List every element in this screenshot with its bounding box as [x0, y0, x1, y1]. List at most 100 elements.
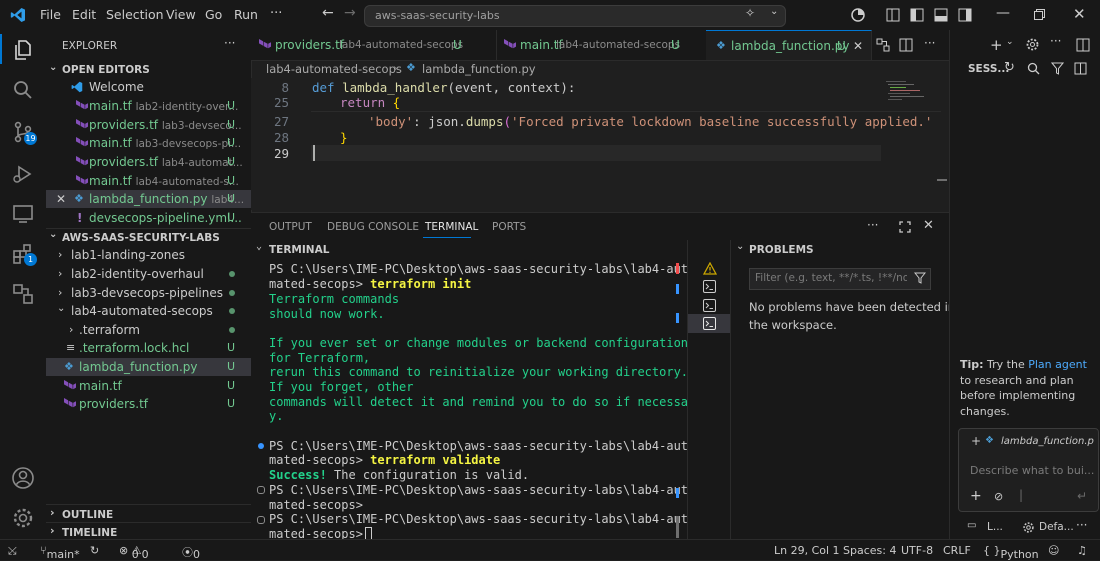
- branch-indicator[interactable]: ⑂ main*: [40, 544, 80, 561]
- sync-icon[interactable]: ↻: [90, 544, 99, 557]
- model-picker[interactable]: Defa...: [1039, 521, 1074, 533]
- new-chat-plus-icon[interactable]: +: [990, 36, 1003, 54]
- more-menu-icon[interactable]: ···: [270, 6, 282, 21]
- breadcrumb-file[interactable]: lambda_function.py: [422, 62, 536, 76]
- layout-customize-icon[interactable]: [886, 8, 900, 22]
- chevron-down-icon[interactable]: ⌄: [1006, 37, 1014, 47]
- menu-selection[interactable]: Selection: [106, 7, 164, 22]
- back-arrow-icon[interactable]: ←: [322, 5, 334, 21]
- tools-icon[interactable]: ⊘: [994, 490, 1003, 503]
- explorer-icon[interactable]: [11, 38, 35, 62]
- open-editor-item-active[interactable]: ✕ ❖ lambda_function.py lab4... U: [46, 190, 251, 208]
- tab-output[interactable]: OUTPUT: [269, 221, 312, 233]
- tab-main-tf[interactable]: main.tf lab4-automated-secops U: [496, 30, 707, 60]
- tab-lambda-function-py[interactable]: ❖ lambda_function.py U ✕: [706, 30, 872, 60]
- language-mode[interactable]: { } Python: [983, 544, 1039, 561]
- terminal-icon[interactable]: [703, 317, 716, 330]
- tab-debug-console[interactable]: DEBUG CONSOLE: [327, 221, 419, 233]
- open-editor-item[interactable]: providers.tf lab4-automat... U: [46, 153, 251, 171]
- restore-icon[interactable]: [1034, 9, 1045, 20]
- compare-changes-icon[interactable]: [876, 38, 890, 52]
- menu-file[interactable]: File: [40, 7, 61, 22]
- scrollbar-thumb[interactable]: [937, 179, 947, 181]
- editor-more-icon[interactable]: ···: [924, 36, 935, 50]
- send-icon[interactable]: ↵: [1077, 489, 1087, 503]
- tree-file[interactable]: providers.tf U: [46, 395, 251, 413]
- terminal-icon[interactable]: [703, 299, 716, 312]
- project-folder-header[interactable]: ⌄ AWS-SAAS-SECURITY-LABS: [46, 228, 251, 247]
- chat-input-box[interactable]: + ❖ lambda_function.p Describe what to b…: [958, 428, 1099, 512]
- maximize-chat-icon[interactable]: [1076, 38, 1090, 52]
- chevron-down-icon[interactable]: ⌄: [736, 241, 744, 252]
- menu-edit[interactable]: Edit: [72, 7, 96, 22]
- menu-run[interactable]: Run: [234, 7, 258, 22]
- chevron-down-icon[interactable]: ⌄: [770, 6, 778, 17]
- problems-filter-input[interactable]: Filter (e.g. text, **/*.ts, !**/node...: [749, 268, 931, 290]
- attach-plus-icon[interactable]: +: [970, 488, 982, 504]
- terminal-view[interactable]: ⌄ TERMINAL PS C:\Users\IME-PC\Desktop\aw…: [251, 240, 695, 541]
- attached-file-chip[interactable]: lambda_function.p: [1001, 436, 1097, 447]
- problems-indicator[interactable]: ⊗ 0 ⚠ 0: [119, 544, 149, 561]
- terminal-header[interactable]: ⌄ TERMINAL: [251, 240, 687, 259]
- remote-explorer-icon[interactable]: [11, 202, 35, 226]
- agent-picker[interactable]: L...: [987, 521, 1003, 533]
- tree-folder[interactable]: › .terraform: [46, 321, 251, 339]
- model-gear-icon[interactable]: [1023, 522, 1034, 533]
- plan-agent-link[interactable]: Plan agent: [1028, 358, 1087, 371]
- open-editor-item[interactable]: ! devsecops-pipeline.yml... U: [46, 209, 251, 227]
- menu-go[interactable]: Go: [205, 7, 222, 22]
- outline-header[interactable]: › OUTLINE: [46, 504, 251, 523]
- close-icon[interactable]: ✕: [853, 31, 863, 61]
- chat-options-icon[interactable]: ···: [1076, 518, 1087, 532]
- tab-ports[interactable]: PORTS: [492, 221, 526, 233]
- tree-file[interactable]: ≡ .terraform.lock.hcl U: [46, 339, 251, 357]
- mic-icon[interactable]: |: [1019, 488, 1023, 502]
- settings-gear-icon[interactable]: [11, 506, 35, 530]
- add-context-plus-icon[interactable]: +: [971, 434, 981, 448]
- menu-view[interactable]: View: [166, 7, 196, 22]
- open-editor-item[interactable]: providers.tf lab3-devseco... U: [46, 116, 251, 134]
- agent-icon[interactable]: ▭: [967, 520, 976, 531]
- settings-gear-icon[interactable]: [1026, 38, 1039, 51]
- open-editor-item[interactable]: main.tf lab3-devsecops-pi... U: [46, 134, 251, 152]
- warning-icon[interactable]: [703, 262, 717, 275]
- copilot-icon[interactable]: ☺: [1048, 544, 1059, 557]
- remote-indicator-icon[interactable]: ⤩: [8, 544, 17, 558]
- ports-indicator[interactable]: ⦿ 0: [182, 544, 200, 561]
- split-editor-icon[interactable]: [899, 38, 913, 52]
- search-icon[interactable]: [1027, 62, 1040, 75]
- tab-providers-tf[interactable]: providers.tf lab4-automated-secops U: [251, 30, 497, 60]
- indentation[interactable]: Spaces: 4: [843, 544, 896, 557]
- breadcrumb-folder[interactable]: lab4-automated-secops: [266, 62, 402, 76]
- tree-folder[interactable]: › lab3-devsecops-pipelines: [46, 284, 251, 302]
- explorer-more-icon[interactable]: ···: [224, 36, 235, 50]
- open-editor-item[interactable]: Welcome: [46, 78, 251, 96]
- minimap[interactable]: [884, 78, 939, 108]
- tree-file-active[interactable]: ❖ lambda_function.py U: [46, 358, 251, 376]
- maximize-panel-icon[interactable]: [899, 221, 911, 233]
- forward-arrow-icon[interactable]: →: [344, 5, 356, 21]
- close-panel-icon[interactable]: ✕: [923, 218, 934, 233]
- close-window-icon[interactable]: ✕: [1073, 5, 1086, 23]
- close-icon[interactable]: ✕: [56, 190, 66, 208]
- accounts-pie-icon[interactable]: [851, 8, 865, 22]
- split-view-icon[interactable]: [1074, 62, 1087, 75]
- chat-sparkle-icon[interactable]: ✧: [745, 6, 755, 20]
- tree-folder-open[interactable]: ⌄ lab4-automated-secops: [46, 302, 251, 320]
- refresh-icon[interactable]: ↻: [1004, 60, 1015, 75]
- open-editor-item[interactable]: main.tf lab2-identity-over... U: [46, 97, 251, 115]
- chat-more-icon[interactable]: ···: [1050, 34, 1061, 48]
- tree-file[interactable]: main.tf U: [46, 377, 251, 395]
- notifications-bell-icon[interactable]: ♫: [1077, 544, 1087, 557]
- account-icon[interactable]: [11, 466, 35, 490]
- toggle-secondary-sidebar-icon[interactable]: [958, 8, 972, 22]
- toggle-primary-sidebar-icon[interactable]: [910, 8, 924, 22]
- toggle-panel-icon[interactable]: [934, 8, 948, 22]
- panel-more-icon[interactable]: ···: [867, 218, 878, 232]
- open-editor-item[interactable]: main.tf lab4-automated-s... U: [46, 172, 251, 190]
- tree-folder[interactable]: › lab1-landing-zones: [46, 246, 251, 264]
- aws-toolkit-icon[interactable]: [11, 282, 35, 306]
- code-editor[interactable]: 8 def lambda_handler(event, context): 25…: [251, 78, 949, 210]
- encoding[interactable]: UTF-8: [901, 544, 933, 557]
- tree-folder[interactable]: › lab2-identity-overhaul: [46, 265, 251, 283]
